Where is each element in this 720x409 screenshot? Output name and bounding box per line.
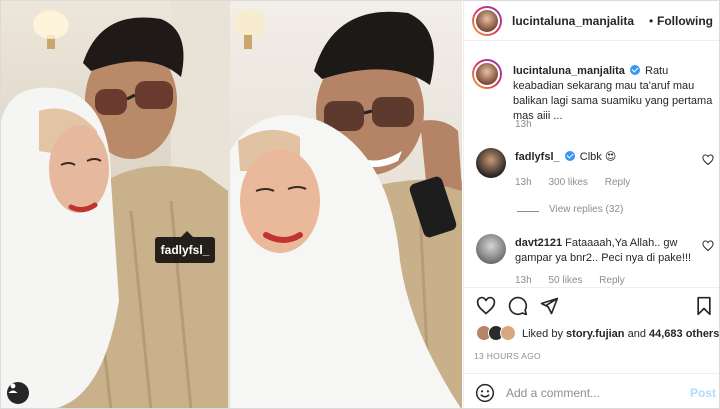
comment-meta: 13h 300 likes Reply (515, 177, 644, 188)
following-button[interactable]: Following (657, 14, 713, 28)
comment-icon[interactable] (508, 296, 528, 316)
comment-input[interactable] (506, 384, 676, 402)
comment-username[interactable]: fadlyfsl_ (515, 151, 560, 163)
comment-text-block: fadlyfsl_ Clbk 😍 (515, 150, 695, 165)
heart-icon[interactable] (476, 296, 496, 316)
caption-username[interactable]: lucintaluna_manjalita (513, 65, 625, 77)
comment-time[interactable]: 13h (515, 275, 532, 286)
user-tag-icon[interactable] (7, 382, 29, 404)
likes-user[interactable]: story.fujian (566, 328, 624, 340)
comment-like-heart-icon[interactable] (702, 154, 714, 166)
comment-reply-button[interactable]: Reply (599, 275, 625, 286)
post-comment-button[interactable]: Post (690, 386, 716, 400)
caption-time[interactable]: 13h (515, 119, 532, 130)
comment-like-heart-icon[interactable] (702, 240, 714, 252)
post-photo[interactable]: fadlyfsl_ (1, 1, 462, 408)
instagram-post-viewer: fadlyfsl_ lucintaluna_manjalita • Follow… (0, 0, 720, 409)
author-username[interactable]: lucintaluna_manjalita (512, 14, 634, 28)
comment-time[interactable]: 13h (515, 177, 532, 188)
post-detail-panel: lucintaluna_manjalita • Following lucint… (463, 1, 719, 408)
view-replies-button[interactable]: View replies (32) (549, 204, 623, 215)
verified-icon (564, 151, 575, 161)
comment-username[interactable]: davt2121 (515, 237, 562, 249)
comment-avatar[interactable] (476, 234, 506, 264)
photo-right-scene (230, 9, 462, 408)
share-icon[interactable] (539, 296, 559, 316)
user-tag-icon-glyph (8, 383, 18, 393)
comment-likes[interactable]: 50 likes (548, 275, 582, 286)
likes-others[interactable]: 44,683 others (649, 328, 719, 340)
post-time-ago[interactable]: 13 HOURS AGO (474, 351, 541, 361)
replies-divider (517, 211, 539, 212)
bookmark-icon[interactable] (694, 296, 714, 316)
emoji-icon[interactable] (475, 383, 495, 403)
comment-likes[interactable]: 300 likes (548, 177, 587, 188)
verified-icon (629, 65, 640, 75)
add-comment-bar: Post (464, 373, 719, 408)
action-bar (464, 287, 719, 321)
post-header: lucintaluna_manjalita • Following (464, 1, 719, 41)
caption-avatar[interactable] (472, 59, 502, 89)
photo-right-panel (230, 1, 462, 408)
photo-left-scene (1, 1, 228, 408)
photo-left-panel: fadlyfsl_ (1, 1, 228, 408)
comment-text-block: davt2121 Fataaaah,Ya Allah.. gw gampar y… (515, 236, 695, 266)
comment-avatar[interactable] (476, 148, 506, 178)
author-avatar[interactable] (472, 6, 502, 36)
comment-meta: 13h 50 likes Reply (515, 275, 639, 286)
comment-reply-button[interactable]: Reply (605, 177, 631, 188)
likes-summary: Liked by story.fujian and 44,683 others (522, 328, 719, 340)
likes-connector: and (627, 328, 646, 340)
comment-text: Clbk 😍 (579, 151, 617, 163)
caption-text-block: lucintaluna_manjalita Ratu keabadian sek… (513, 64, 713, 124)
caption-meta: 13h (515, 119, 546, 130)
liker-avatar (500, 325, 516, 341)
photo-user-tag[interactable]: fadlyfsl_ (155, 237, 215, 263)
follow-separator: • (649, 14, 654, 28)
likes-prefix: Liked by (522, 328, 563, 340)
likes-row: Liked by story.fujian and 44,683 others (464, 323, 719, 345)
comments-list: lucintaluna_manjalita Ratu keabadian sek… (464, 41, 719, 287)
